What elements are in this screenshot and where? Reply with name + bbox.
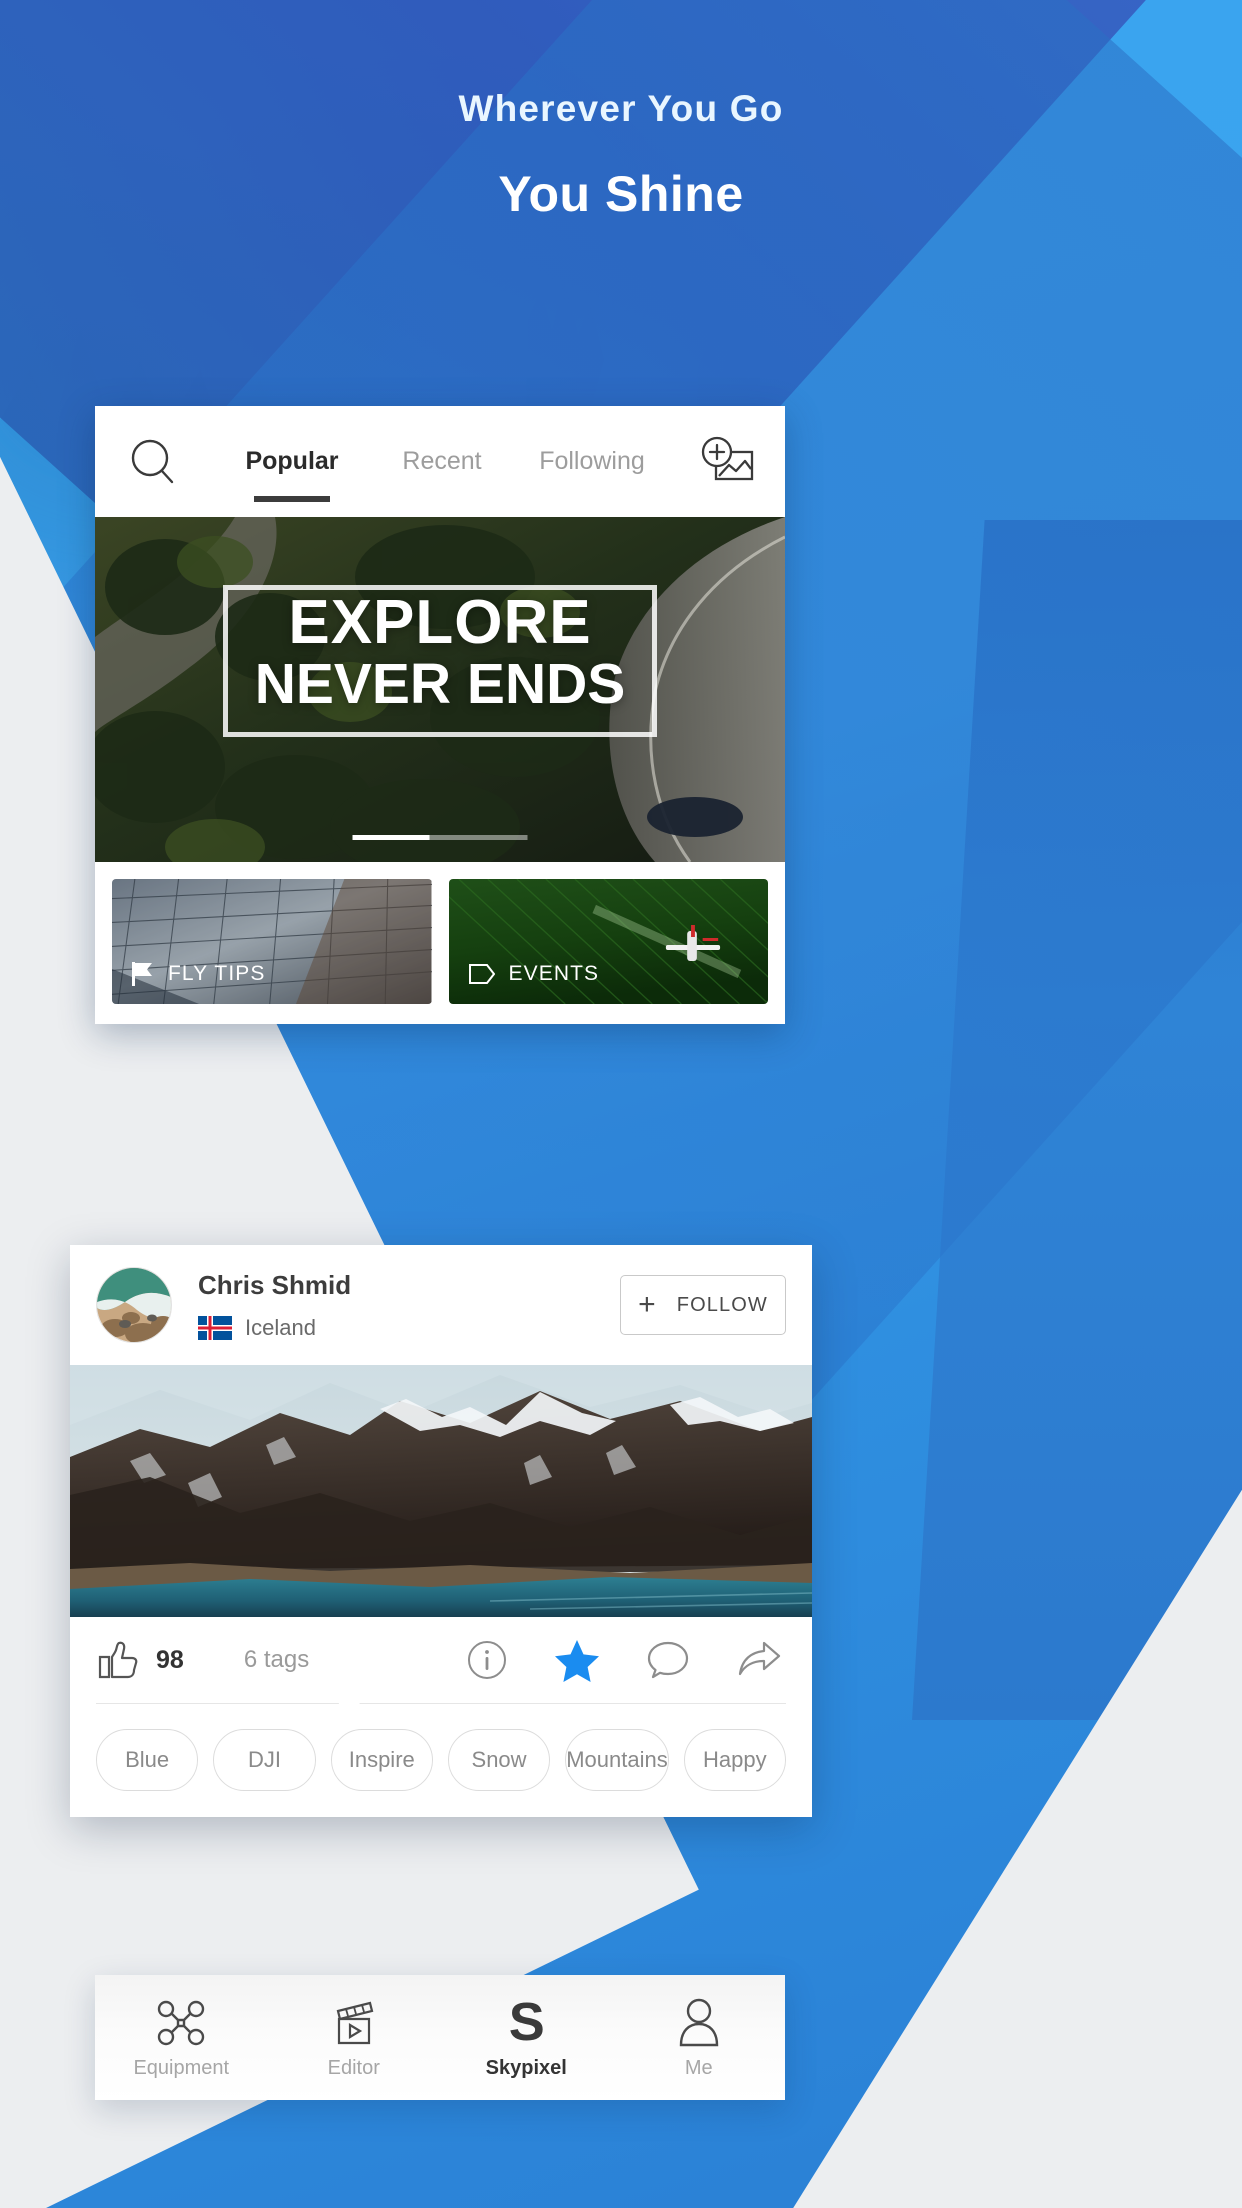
tag-icon: [468, 964, 495, 984]
avatar[interactable]: [96, 1267, 172, 1343]
category-tiles: FLY TIPS EVENTS: [95, 862, 785, 1024]
tag-chip[interactable]: Happy: [683, 1729, 786, 1791]
post-location-name: Iceland: [245, 1314, 316, 1340]
post-photo-image: [70, 1365, 812, 1617]
hero-title: EXPLORE NEVER ENDS: [95, 588, 785, 716]
tab-equipment[interactable]: Equipment: [95, 1995, 268, 2080]
tab-editor[interactable]: Editor: [268, 1995, 441, 2080]
post-header: Chris Shmid Iceland + FOLLOW: [70, 1245, 812, 1365]
category-tile-fly-tips[interactable]: FLY TIPS: [112, 879, 432, 1004]
app-screenshot-card: Popular Recent Following EXPLORE NEVER E…: [95, 406, 785, 1024]
iceland-flag-icon: [198, 1315, 232, 1340]
tab-me[interactable]: Me: [613, 1995, 786, 2080]
tab-me-label: Me: [684, 2057, 713, 2079]
post-photo[interactable]: [70, 1365, 812, 1617]
feed-tabs: Popular Recent Following: [185, 447, 699, 476]
marketing-background: [0, 0, 1242, 2208]
tab-following[interactable]: Following: [517, 447, 667, 476]
info-icon[interactable]: [466, 1639, 508, 1681]
hero-title-line1: EXPLORE: [288, 588, 592, 657]
drone-icon: [156, 1995, 206, 2047]
headline-secondary: You Shine: [498, 166, 744, 222]
tag-chip[interactable]: Mountains: [565, 1729, 669, 1791]
add-photo-icon[interactable]: [699, 436, 755, 488]
post-action-icons: [466, 1638, 786, 1682]
like-count: 98: [156, 1645, 184, 1674]
hero-title-line2: NEVER ENDS: [254, 651, 626, 716]
tab-editor-label: Editor: [327, 2057, 380, 2079]
share-icon[interactable]: [736, 1639, 782, 1681]
carousel-progress-indicator[interactable]: [352, 835, 528, 840]
skypixel-s-logo: S: [508, 1992, 545, 2053]
tag-chip[interactable]: Snow: [447, 1729, 551, 1791]
marketing-headlines: Wherever You Go You Shine: [0, 90, 1242, 219]
tag-chip[interactable]: Inspire: [330, 1729, 433, 1791]
post-author-name: Chris Shmid: [198, 1269, 352, 1300]
tab-equipment-label: Equipment: [133, 2057, 230, 2079]
tab-skypixel[interactable]: S Skypixel: [440, 1995, 613, 2080]
star-icon[interactable]: [554, 1638, 600, 1682]
search-icon[interactable]: [127, 436, 179, 488]
follow-button-label: FOLLOW: [676, 1293, 768, 1316]
tag-chip[interactable]: DJI: [213, 1729, 316, 1791]
hero-banner[interactable]: EXPLORE NEVER ENDS: [95, 517, 785, 862]
tab-popular[interactable]: Popular: [217, 447, 367, 476]
tag-chip[interactable]: Blue: [96, 1729, 199, 1791]
thumbs-up-icon[interactable]: [96, 1639, 140, 1681]
category-tile-events[interactable]: EVENTS: [448, 879, 768, 1004]
plus-icon: +: [638, 1288, 657, 1321]
comment-icon[interactable]: [646, 1639, 690, 1681]
post-action-bar: 98 6 tags: [70, 1617, 812, 1703]
events-label: EVENTS: [508, 962, 600, 985]
tag-count-label[interactable]: 6 tags: [244, 1646, 309, 1674]
tab-skypixel-label: Skypixel: [485, 2057, 567, 2079]
fly-tips-label: FLY TIPS: [168, 962, 266, 985]
events-label-group: EVENTS: [468, 962, 600, 986]
follow-button[interactable]: + FOLLOW: [620, 1275, 786, 1335]
clapperboard-icon: [330, 1995, 378, 2047]
post-author-block: Chris Shmid Iceland: [198, 1270, 620, 1341]
avatar-photo: [97, 1268, 171, 1342]
post-tags-panel: Blue DJI Inspire Snow Mountains Happy: [70, 1692, 812, 1817]
flag-icon: [132, 962, 152, 986]
tab-recent[interactable]: Recent: [367, 447, 517, 476]
post-card: Chris Shmid Iceland + FOLLOW 98 6 tags B…: [70, 1245, 812, 1817]
like-group[interactable]: 98: [96, 1639, 184, 1681]
bottom-tab-bar: Equipment Editor S Skypixel Me: [95, 1975, 785, 2100]
person-icon: [677, 1995, 721, 2047]
app-navbar: Popular Recent Following: [95, 406, 785, 517]
fly-tips-label-group: FLY TIPS: [132, 962, 266, 986]
tag-list: Blue DJI Inspire Snow Mountains Happy: [70, 1703, 812, 1791]
post-location: Iceland: [198, 1315, 620, 1341]
headline-primary: Wherever You Go: [458, 88, 784, 129]
